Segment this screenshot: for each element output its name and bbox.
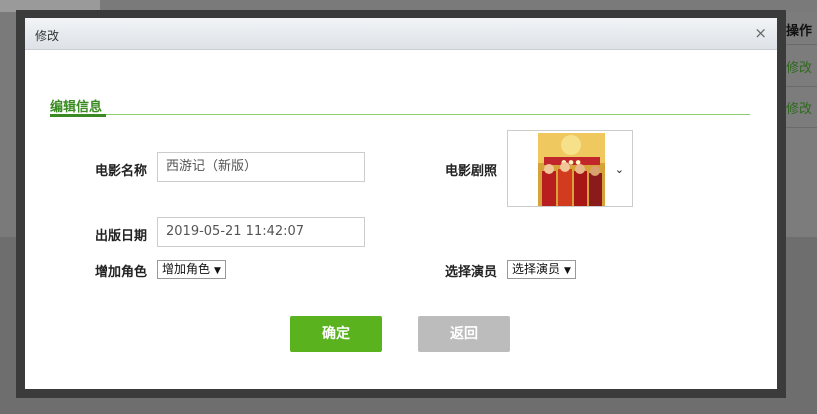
movie-still-image: ● ● ● — [538, 133, 605, 206]
chevron-down-icon[interactable]: ⌄ — [615, 163, 624, 176]
close-icon[interactable]: × — [754, 24, 767, 42]
dropdown-arrow-icon: ▼ — [214, 266, 221, 276]
dialog-title: 修改 — [35, 29, 60, 43]
tab-edit-info[interactable]: 编辑信息 — [50, 96, 102, 115]
background-edit-link-1: 修改 — [786, 61, 813, 76]
dropdown-arrow-icon: ▼ — [564, 266, 571, 276]
movie-name-input[interactable]: 西游记（新版） — [157, 152, 365, 182]
edit-dialog: 修改 × 编辑信息 电影名称 西游记（新版） 电影剧照 ● ● ● ⌄ 出版日期… — [16, 10, 786, 398]
select-actor-selected-value: 选择演员 — [512, 262, 561, 276]
dialog-body: 修改 × 编辑信息 电影名称 西游记（新版） 电影剧照 ● ● ● ⌄ 出版日期… — [25, 18, 777, 389]
add-role-label: 增加角色 — [95, 265, 148, 280]
section-divider — [50, 114, 750, 115]
release-date-label: 出版日期 — [95, 229, 148, 244]
dialog-header: 修改 × — [25, 18, 777, 50]
movie-still-picker[interactable]: ● ● ● ⌄ — [507, 130, 633, 207]
confirm-button[interactable]: 确定 — [290, 316, 382, 352]
add-role-select[interactable]: 增加角色 ▼ — [157, 260, 226, 279]
movie-still-label: 电影剧照 — [445, 164, 498, 179]
select-actor-label: 选择演员 — [445, 265, 498, 280]
movie-name-label: 电影名称 — [95, 164, 148, 179]
add-role-selected-value: 增加角色 — [162, 262, 211, 276]
background-column-header: 操作 — [786, 24, 813, 39]
select-actor-select[interactable]: 选择演员 ▼ — [507, 260, 576, 279]
release-date-input[interactable]: 2019-05-21 11:42:07 — [157, 217, 365, 247]
background-edit-link-2: 修改 — [786, 102, 813, 117]
tab-active-underline — [50, 114, 106, 117]
back-button[interactable]: 返回 — [418, 316, 510, 352]
